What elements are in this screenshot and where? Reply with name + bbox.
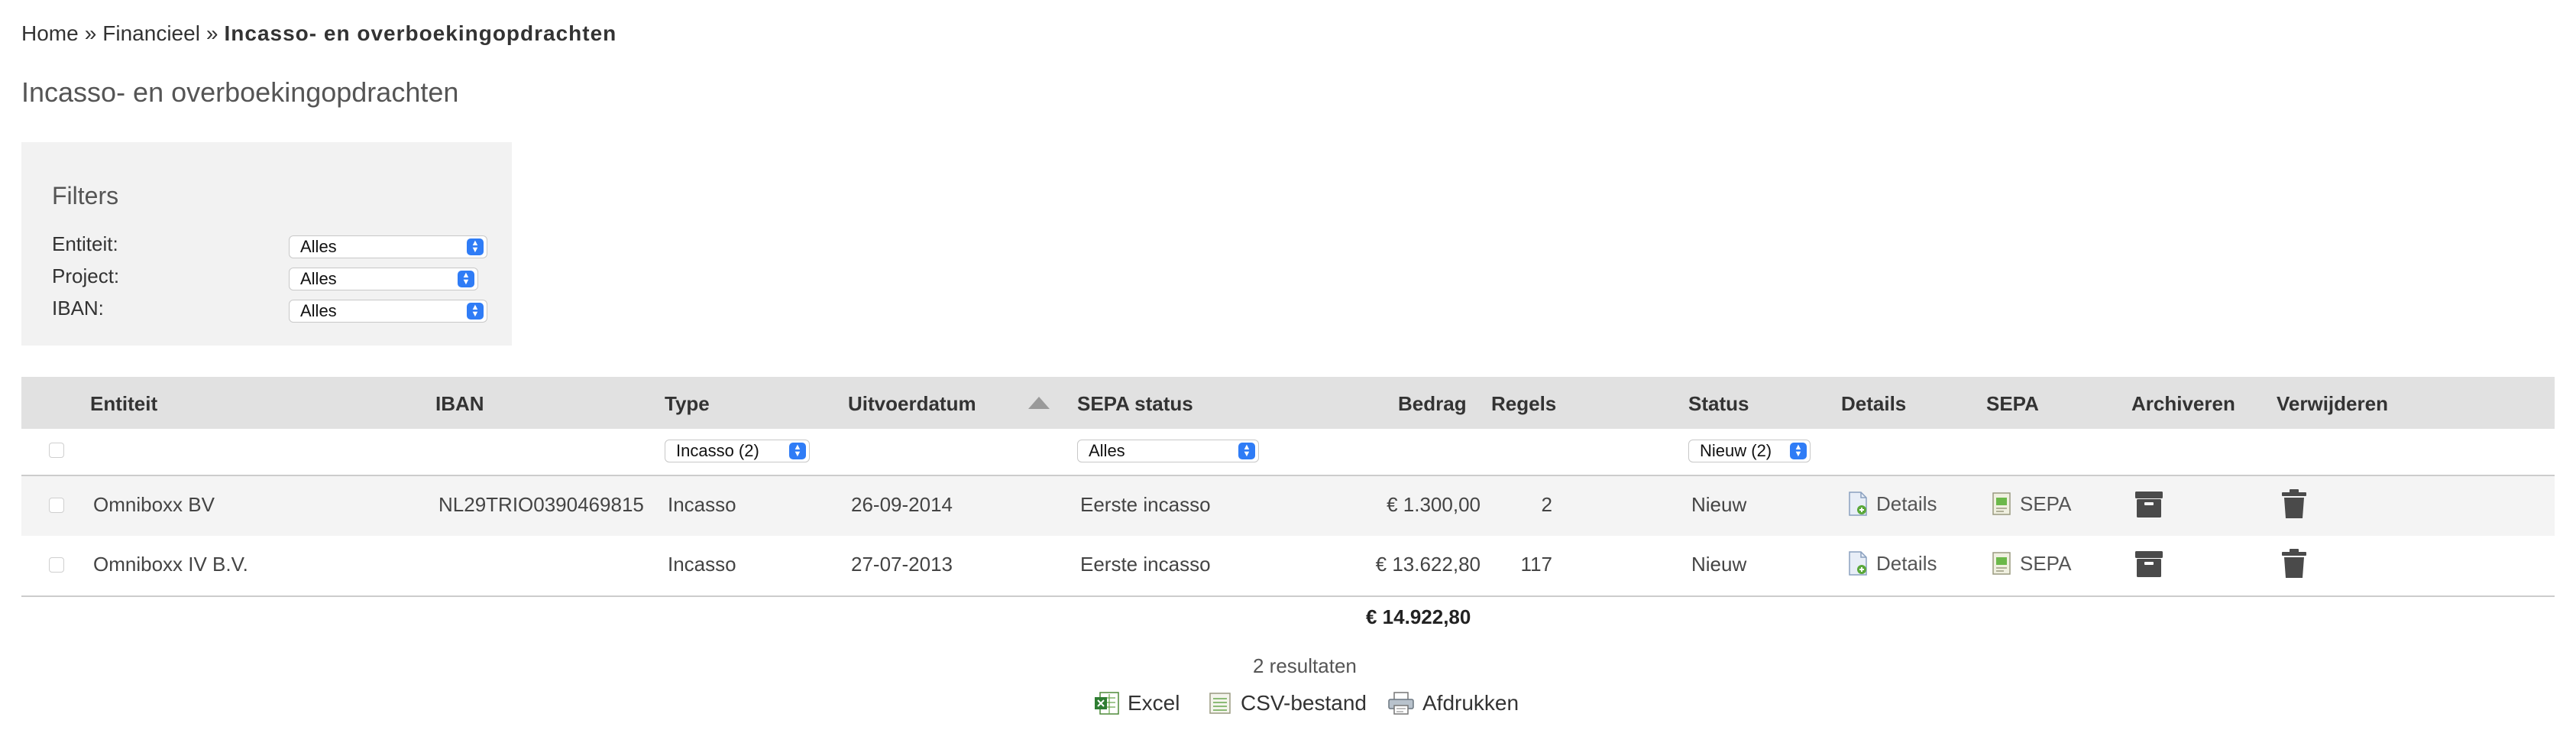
column-filter-row: Incasso (2) ▲ ▼ Alles ▲ ▼ Nieuw (2) ▲ ▼	[21, 429, 2555, 476]
select-chevron-icon: ▲ ▼	[467, 238, 484, 255]
cell-lines: 117	[1520, 553, 1552, 576]
sepa-status-filter-select[interactable]: Alles ▲ ▼	[1077, 440, 1259, 462]
column-header-sepa: SEPA	[1986, 392, 2039, 415]
breadcrumb-separator: »	[84, 21, 97, 45]
details-link-label: Details	[1876, 551, 1937, 575]
page-title: Incasso- en overboekingopdrachten	[21, 76, 459, 108]
project-filter-select[interactable]: Alles ▲ ▼	[289, 268, 478, 290]
column-header-date[interactable]: Uitvoerdatum	[848, 392, 976, 416]
cell-type: Incasso	[668, 553, 736, 576]
results-count: 2 resultaten	[1253, 654, 1357, 677]
sepa-status-filter-value: Alles	[1089, 441, 1125, 460]
column-header-type[interactable]: Type	[665, 392, 710, 416]
select-all-checkbox[interactable]	[49, 443, 64, 458]
iban-filter-select[interactable]: Alles ▲ ▼	[289, 300, 487, 323]
print-label: Afdrukken	[1422, 691, 1519, 715]
archive-box-icon[interactable]	[2134, 548, 2163, 579]
breadcrumb-home-link[interactable]: Home	[21, 21, 79, 45]
sepa-link[interactable]: SEPA	[1991, 492, 2071, 516]
sepa-link[interactable]: SEPA	[1991, 551, 2071, 576]
trash-icon[interactable]	[2280, 548, 2309, 579]
entity-filter-label: Entiteit:	[52, 232, 118, 255]
cell-sepa-status: Eerste incasso	[1080, 493, 1211, 516]
select-chevron-icon: ▲ ▼	[789, 443, 806, 459]
cell-lines: 2	[1541, 493, 1552, 516]
details-document-icon	[1849, 551, 1867, 576]
breadcrumb-current: Incasso- en overboekingopdrachten	[224, 21, 617, 45]
filters-panel: Filters Entiteit: Alles ▲ ▼ Project: Alle…	[21, 142, 512, 346]
column-header-amount[interactable]: Bedrag	[1398, 392, 1467, 416]
column-header-entity[interactable]: Entiteit	[90, 392, 157, 416]
cell-iban: NL29TRIO0390469815	[439, 493, 644, 516]
select-chevron-icon: ▲ ▼	[1238, 443, 1255, 459]
cell-sepa-status: Eerste incasso	[1080, 553, 1211, 576]
column-header-iban[interactable]: IBAN	[435, 392, 484, 416]
details-document-icon	[1849, 492, 1867, 516]
cell-date: 26-09-2014	[851, 493, 953, 516]
sepa-document-icon	[1992, 552, 2011, 575]
cell-status: Nieuw	[1691, 493, 1747, 516]
row-checkbox[interactable]	[49, 557, 64, 573]
sepa-link-label: SEPA	[2020, 492, 2072, 515]
details-link[interactable]: Details	[1847, 492, 1937, 516]
select-chevron-icon: ▲ ▼	[458, 271, 474, 287]
iban-filter-label: IBAN:	[52, 297, 104, 320]
total-amount: € 14.922,80	[1366, 605, 1471, 628]
export-csv-label: CSV-bestand	[1241, 691, 1367, 715]
project-filter-label: Project:	[52, 264, 120, 287]
sepa-document-icon	[1992, 492, 2011, 515]
sort-ascending-icon[interactable]	[1028, 397, 1050, 409]
breadcrumb-financial-link[interactable]: Financieel	[102, 21, 200, 45]
entity-filter-value: Alles	[300, 237, 337, 256]
iban-filter-value: Alles	[300, 301, 337, 320]
excel-icon	[1095, 692, 1119, 715]
table-header-row: Entiteit IBAN Type Uitvoerdatum SEPA sta…	[21, 377, 2555, 429]
sepa-link-label: SEPA	[2020, 551, 2072, 575]
cell-amount: € 1.300,00	[1387, 493, 1481, 516]
printer-icon	[1388, 692, 1414, 715]
cell-entity: Omniboxx IV B.V.	[93, 553, 248, 576]
column-header-delete: Verwijderen	[2277, 392, 2388, 415]
export-excel-label: Excel	[1128, 691, 1180, 715]
cell-status: Nieuw	[1691, 553, 1747, 576]
trash-icon[interactable]	[2280, 488, 2309, 519]
row-checkbox[interactable]	[49, 498, 64, 513]
details-link[interactable]: Details	[1847, 551, 1937, 576]
cell-entity: Omniboxx BV	[93, 493, 215, 516]
column-header-archive: Archiveren	[2131, 392, 2235, 415]
export-excel-link[interactable]: Excel	[1094, 691, 1180, 715]
column-header-status[interactable]: Status	[1688, 392, 1749, 416]
breadcrumb: Home» Financieel» Incasso- en overboekingo…	[21, 21, 616, 46]
csv-file-icon	[1209, 693, 1231, 714]
column-header-details: Details	[1841, 392, 1907, 415]
table-row[interactable]: Omniboxx BV NL29TRIO0390469815 Incasso 2…	[21, 476, 2555, 536]
filters-title: Filters	[52, 182, 119, 209]
select-chevron-icon: ▲ ▼	[467, 303, 484, 320]
entity-filter-select[interactable]: Alles ▲ ▼	[289, 235, 487, 258]
cell-type: Incasso	[668, 493, 736, 516]
archive-box-icon[interactable]	[2134, 488, 2163, 519]
cell-amount: € 13.622,80	[1375, 553, 1481, 576]
status-filter-value: Nieuw (2)	[1700, 441, 1772, 460]
export-csv-link[interactable]: CSV-bestand	[1207, 691, 1367, 715]
cell-date: 27-07-2013	[851, 553, 953, 576]
breadcrumb-separator: »	[205, 21, 218, 45]
project-filter-value: Alles	[300, 269, 337, 288]
table-row[interactable]: Omniboxx IV B.V. Incasso 27-07-2013 Eers…	[21, 536, 2555, 597]
column-header-lines[interactable]: Regels	[1491, 392, 1556, 416]
column-header-sepa-status[interactable]: SEPA status	[1077, 392, 1193, 416]
type-filter-value: Incasso (2)	[676, 441, 759, 460]
print-link[interactable]: Afdrukken	[1387, 691, 1519, 715]
status-filter-select[interactable]: Nieuw (2) ▲ ▼	[1688, 440, 1811, 462]
details-link-label: Details	[1876, 492, 1937, 515]
type-filter-select[interactable]: Incasso (2) ▲ ▼	[665, 440, 810, 462]
select-chevron-icon: ▲ ▼	[1790, 443, 1807, 459]
